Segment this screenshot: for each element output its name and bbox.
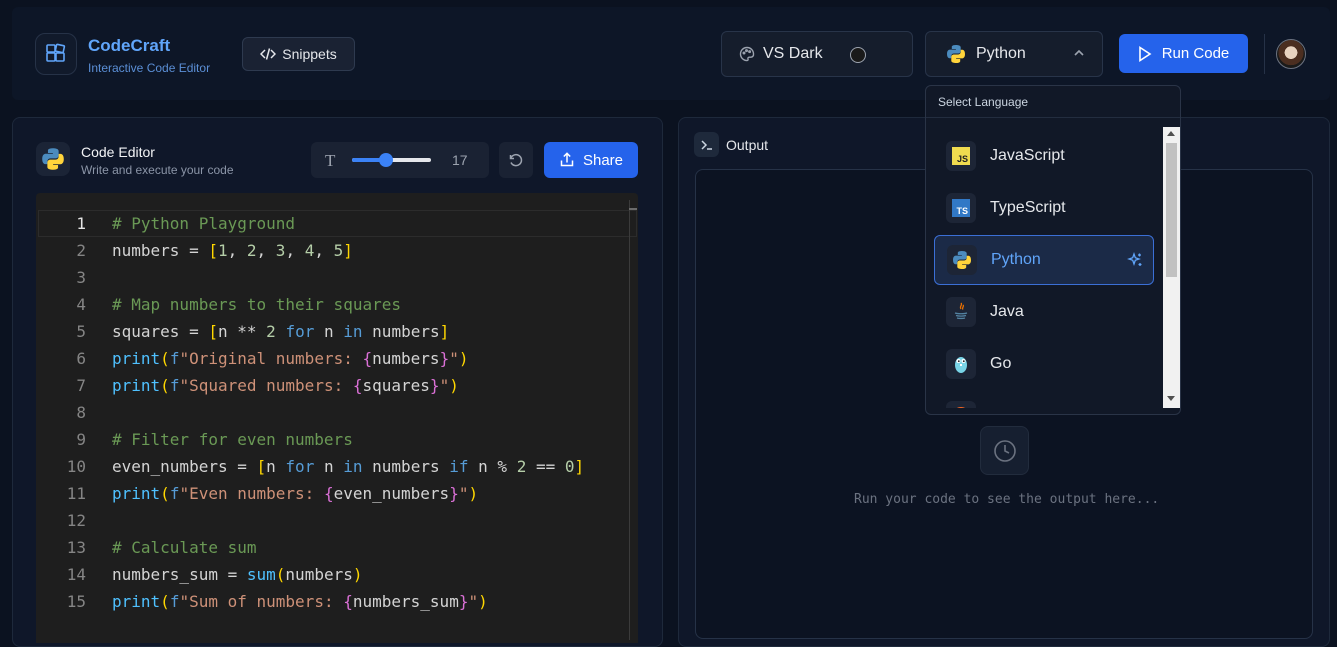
theme-selector[interactable]: VS Dark [721, 31, 913, 77]
language-selector[interactable]: Python [925, 31, 1103, 77]
line-number: 11 [66, 484, 86, 503]
language-option-python[interactable]: Python [934, 235, 1154, 285]
code-icon [260, 48, 277, 60]
run-code-label: Run Code [1161, 45, 1230, 62]
rust-icon [946, 401, 976, 408]
language-option-label: Rust [990, 407, 1023, 408]
python-icon [42, 148, 64, 170]
python-icon [947, 245, 977, 275]
language-label: Python [976, 45, 1026, 62]
line-code[interactable]: # Filter for even numbers [112, 426, 353, 453]
dropdown-list: JS JavaScript TS TypeScript Python Java Go Rust [926, 127, 1163, 408]
editor-subtitle: Write and execute your code [81, 163, 234, 177]
typescript-icon: TS [946, 193, 976, 223]
language-option-typescript[interactable]: TS TypeScript [934, 183, 1154, 233]
rotate-ccw-icon [509, 153, 523, 167]
reset-code-button[interactable] [499, 142, 533, 178]
line-number: 9 [76, 430, 86, 449]
line-number: 13 [66, 538, 86, 557]
brand-subtitle: Interactive Code Editor [88, 61, 211, 75]
theme-label: VS Dark [763, 45, 823, 62]
line-number: 2 [76, 241, 86, 260]
snippets-label: Snippets [282, 46, 337, 62]
line-number: 3 [76, 268, 86, 287]
line-number: 8 [76, 403, 86, 422]
go-icon [946, 349, 976, 379]
python-icon [947, 45, 965, 63]
line-number: 7 [76, 376, 86, 395]
language-option-label: TypeScript [990, 199, 1066, 216]
scroll-down-arrow-icon[interactable] [1167, 396, 1175, 401]
language-option-label: Python [991, 251, 1041, 268]
dropdown-divider [926, 117, 1180, 118]
line-code[interactable]: print(f"Sum of numbers: {numbers_sum}") [112, 588, 488, 615]
line-code[interactable]: numbers_sum = sum(numbers) [112, 561, 363, 588]
line-number: 4 [76, 295, 86, 314]
terminal-icon [694, 132, 719, 157]
line-code[interactable]: # Map numbers to their squares [112, 291, 401, 318]
line-number: 6 [76, 349, 86, 368]
palette-icon [739, 46, 755, 62]
language-option-label: JavaScript [990, 147, 1065, 164]
language-option-go[interactable]: Go [934, 339, 1154, 389]
sparkles-icon [1127, 252, 1143, 273]
run-code-button[interactable]: Run Code [1119, 34, 1248, 73]
dropdown-heading: Select Language [938, 95, 1029, 109]
line-code[interactable]: numbers = [1, 2, 3, 4, 5] [112, 237, 353, 264]
line-number: 15 [66, 592, 86, 611]
scroll-up-arrow-icon[interactable] [1167, 131, 1175, 136]
output-placeholder: Run your code to see the output here... [854, 492, 1160, 507]
line-number: 1 [76, 214, 86, 233]
editor-language-icon [36, 142, 70, 176]
dropdown-scrollbar-thumb[interactable] [1166, 143, 1177, 277]
line-code[interactable]: print(f"Even numbers: {even_numbers}") [112, 480, 478, 507]
header-divider [1264, 34, 1265, 74]
editor-title: Code Editor [81, 144, 155, 160]
line-code[interactable]: squares = [n ** 2 for n in numbers] [112, 318, 449, 345]
output-title: Output [726, 137, 769, 153]
share-icon [560, 152, 574, 167]
line-code[interactable]: # Calculate sum [112, 534, 257, 561]
theme-color-swatch [850, 47, 866, 63]
share-label: Share [582, 151, 624, 169]
line-number: 10 [66, 457, 86, 476]
line-code[interactable]: # Python Playground [112, 210, 295, 237]
line-code[interactable]: even_numbers = [n for n in numbers if n … [112, 453, 584, 480]
share-button[interactable]: Share [544, 142, 638, 178]
app-logo [35, 33, 77, 75]
line-number: 12 [66, 511, 86, 530]
language-option-label: Go [990, 355, 1012, 372]
avatar[interactable] [1276, 39, 1306, 69]
javascript-icon: JS [946, 141, 976, 171]
language-option-label: Java [990, 303, 1024, 320]
font-size-icon: T [325, 151, 336, 170]
play-icon [1138, 45, 1152, 62]
language-option-javascript[interactable]: JS JavaScript [934, 131, 1154, 181]
language-option-rust[interactable]: Rust [934, 391, 1154, 408]
font-size-value: 17 [452, 152, 468, 168]
clock-icon [980, 426, 1029, 475]
line-code[interactable]: print(f"Original numbers: {numbers}") [112, 345, 468, 372]
font-size-slider-thumb[interactable] [379, 153, 393, 167]
line-code[interactable]: print(f"Squared numbers: {squares}") [112, 372, 459, 399]
code-lines[interactable]: 1 # Python Playground 2 numbers = [1, 2, 3,… [36, 210, 636, 630]
line-number: 14 [66, 565, 86, 584]
snippets-button[interactable]: Snippets [242, 37, 355, 71]
language-option-java[interactable]: Java [934, 287, 1154, 337]
line-number: 5 [76, 322, 86, 341]
app-grid-icon [46, 43, 66, 62]
brand-title: CodeCraft [88, 36, 171, 55]
java-icon [946, 297, 976, 327]
chevron-up-icon [1074, 49, 1084, 56]
